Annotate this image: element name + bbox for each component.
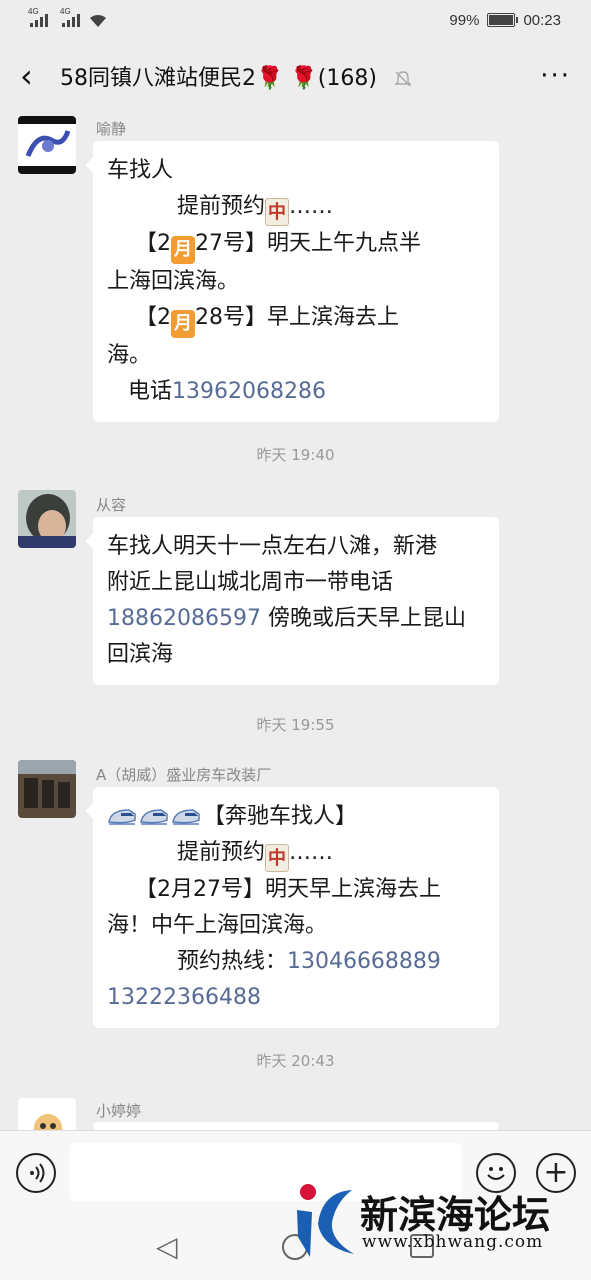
chevron-left-icon[interactable]: ‹ — [20, 57, 60, 95]
message-text: 28号】早上滨海去上 — [194, 305, 399, 330]
sender-name: 从容 — [96, 496, 127, 514]
chat-title-text: 58同镇八滩站便民2🌹 🌹(168) — [60, 66, 377, 91]
bullet-train-icon — [108, 809, 136, 825]
bullet-train-icon — [172, 809, 200, 825]
mahjong-emoji: 中 — [264, 844, 289, 872]
clock: 00:23 — [523, 11, 561, 29]
message-text: 【2月27号】明天早上滨海去上 — [107, 877, 441, 902]
message-line: 上海回滨海。 — [107, 264, 485, 300]
message-line: 回滨海 — [107, 637, 485, 673]
message-text: 【2 — [107, 305, 171, 330]
chat-header: ‹ 58同镇八滩站便民2🌹 🌹(168) ··· — [0, 40, 591, 112]
phone-link[interactable]: 18862086597 — [107, 606, 261, 631]
message-line: 13222366488 — [107, 980, 485, 1016]
message-text: 电话 — [107, 379, 172, 404]
message-text: 提前预约 — [107, 840, 265, 865]
message-bubble[interactable]: 车找人 提前预约中…… 【2 月 27号】明天上午九点半 上海回滨海。 【2 月 28号】… — [85, 141, 499, 422]
message-text: 27号】明天上午九点半 — [194, 231, 421, 256]
avatar[interactable] — [18, 490, 76, 548]
message-text: 附近上昆山城北周市一带电话 — [107, 570, 394, 595]
signal-icon: 4G — [60, 7, 80, 27]
message-bubble[interactable]: 车找人明天十一点左右八滩，新港 附近上昆山城北周市一带电话 18862086597 … — [85, 517, 499, 685]
wifi-icon — [90, 14, 106, 27]
voice-icon[interactable] — [16, 1153, 56, 1193]
message-text: …… — [288, 840, 333, 865]
message-line: 【2 月 27号】明天上午九点半 — [107, 226, 485, 264]
battery-icon — [487, 13, 519, 27]
avatar[interactable] — [18, 760, 76, 818]
more-dots-icon[interactable]: ··· — [540, 61, 571, 91]
message-line: 提前预约中…… — [107, 835, 485, 872]
message-text: 车找人 — [107, 158, 174, 183]
message-text: 海！中午上海回滨海。 — [107, 913, 328, 938]
message-line: 电话13962068286 — [107, 374, 485, 410]
calendar-emoji: 月 — [170, 310, 195, 338]
message-bubble[interactable] — [85, 1122, 499, 1154]
message-text: 海。 — [107, 343, 152, 368]
message-line: 18862086597 傍晚或后天早上昆山 — [107, 601, 485, 637]
battery-percent: 99% — [449, 11, 480, 29]
message-line: 海。 — [107, 338, 485, 374]
phone-link[interactable]: 13046668889 — [287, 949, 441, 974]
calendar-emoji: 月 — [170, 236, 195, 264]
message-text: 【奔驰车找人】 — [203, 804, 358, 829]
timestamp: 昨天 20:43 — [256, 1052, 335, 1070]
watermark: 新滨海论坛 www.xbhwang.com — [292, 1182, 591, 1262]
chat-title: 58同镇八滩站便民2🌹 🌹(168) — [60, 60, 540, 92]
phone-link[interactable]: 13222366488 — [107, 985, 261, 1010]
timestamp: 昨天 19:55 — [256, 716, 335, 734]
watermark-title: 新滨海论坛 — [360, 1193, 551, 1237]
message-line: 【奔驰车找人】 — [107, 799, 485, 835]
message-line: 海！中午上海回滨海。 — [107, 908, 485, 944]
avatar[interactable] — [18, 116, 76, 174]
message-text: 上海回滨海。 — [107, 269, 240, 294]
message-line: 【2 月 28号】早上滨海去上 — [107, 300, 485, 338]
mahjong-emoji: 中 — [264, 198, 289, 226]
message-line: 车找人 — [107, 153, 485, 189]
timestamp: 昨天 19:40 — [256, 446, 335, 464]
message-text: 预约热线： — [107, 949, 287, 974]
avatar[interactable] — [18, 1098, 76, 1132]
message-bubble[interactable]: 【奔驰车找人】 提前预约中…… 【2月27号】明天早上滨海去上 海！中午上海回滨海… — [85, 787, 499, 1028]
sender-name: A（胡威）盛业房车改装厂 — [96, 766, 272, 784]
bell-off-icon — [394, 71, 412, 87]
message-line: 车找人明天十一点左右八滩，新港 — [107, 529, 485, 565]
sender-name: 喻静 — [96, 120, 127, 138]
watermark-logo — [297, 1184, 354, 1257]
message-text: …… — [288, 194, 333, 219]
nav-back-icon[interactable]: ◁ — [156, 1230, 178, 1263]
network-type-label: 4G — [28, 7, 39, 16]
bullet-train-icon — [140, 809, 168, 825]
message-line: 【2月27号】明天早上滨海去上 — [107, 872, 485, 908]
watermark-url: www.xbhwang.com — [362, 1232, 544, 1252]
message-line: 提前预约中…… — [107, 189, 485, 226]
network-type-label: 4G — [60, 7, 71, 16]
message-line: 预约热线：13046668889 — [107, 944, 485, 980]
phone-link[interactable]: 13962068286 — [172, 379, 326, 404]
message-line: 附近上昆山城北周市一带电话 — [107, 565, 485, 601]
status-bar: 4G 4G 99% 00:23 — [0, 0, 591, 40]
sender-name: 小婷婷 — [96, 1102, 142, 1120]
message-text: 提前预约 — [107, 194, 265, 219]
message-text: 车找人明天十一点左右八滩，新港 — [107, 534, 438, 559]
message-text: 回滨海 — [107, 642, 174, 667]
message-text: 【2 — [107, 231, 171, 256]
message-text: 傍晚或后天早上昆山 — [260, 606, 466, 631]
signal-icon: 4G — [28, 7, 48, 27]
